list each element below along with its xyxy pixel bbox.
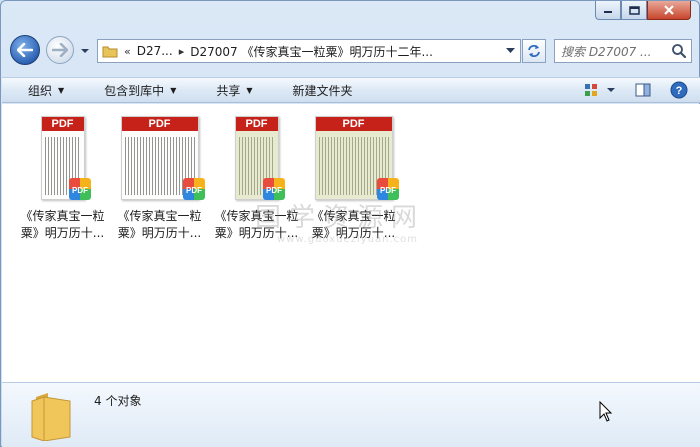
search-input[interactable]: 搜索 D27007 ... [555,43,670,60]
file-item[interactable]: PDF PDF 《传家真宝一粒 粟》明万历十... [111,114,208,242]
file-name-line: 粟》明万历十... [117,226,202,240]
search-box[interactable]: 搜索 D27007 ... [554,39,692,63]
details-pane: 4 个对象 [2,382,700,447]
help-button[interactable]: ? [666,79,692,101]
watermark-title: 国学资源网 [255,203,426,233]
file-name-line: 《传家真宝一粒 [20,209,105,223]
mouse-cursor-icon [599,401,613,422]
back-button[interactable] [10,35,40,65]
chevron-down-icon: ▼ [58,85,65,95]
file-item[interactable]: PDF PDF 《传家真宝一粒 粟》明万历十... [14,114,111,242]
maximize-button[interactable] [621,1,647,20]
navigation-row: « D27... ▸ D27007 《传家真宝一粒粟》明万历十二年... 搜索 … [1,31,700,69]
forward-arrow-icon [52,43,68,57]
breadcrumb-item[interactable]: D27007 《传家真宝一粒粟》明万历十二年... [190,43,433,60]
new-folder-button[interactable]: 新建文件夹 [267,78,367,102]
svg-text:?: ? [676,85,683,97]
folder-icon [102,46,118,58]
file-list-pane[interactable]: PDF PDF 《传家真宝一粒 粟》明万历十... PDF PDF 《传家真宝一粒 粟》明万历… [2,104,700,382]
refresh-icon [528,45,540,57]
breadcrumb-separator-icon[interactable]: ▸ [179,45,185,58]
command-bar-right: ? [580,78,692,102]
help-icon: ? [670,81,688,99]
back-arrow-icon [17,43,33,57]
preview-pane-icon [635,83,651,97]
svg-text:PDF: PDF [186,186,202,195]
pdf-app-icon: PDF [182,178,205,200]
pdf-thumbnail: PDF PDF [111,114,208,200]
pdf-thumbnail: PDF PDF [208,114,305,200]
address-bar[interactable]: « D27... ▸ D27007 《传家真宝一粒粟》明万历十二年... [97,39,521,63]
file-name-line: 粟》明万历十... [20,226,105,240]
svg-text:PDF: PDF [380,186,396,195]
change-view-button[interactable] [580,79,620,101]
svg-text:PDF: PDF [266,186,282,195]
close-icon [664,5,674,15]
new-folder-label: 新建文件夹 [292,83,353,98]
view-options-icon [585,84,615,96]
file-name-line: 《传家真宝一粒 [117,209,202,223]
file-name: 《传家真宝一粒 粟》明万历十... [14,208,111,242]
include-in-library-label: 包含到库中 [104,83,165,98]
pdf-label: PDF [235,117,278,131]
file-name: 《传家真宝一粒 粟》明万历十... [111,208,208,242]
share-label: 共享 [216,83,241,98]
watermark-url: www.guoxueziyuan.com [277,234,418,245]
pdf-app-icon: PDF [68,178,91,200]
organize-label: 组织 [28,83,53,98]
minimize-button[interactable] [595,1,621,20]
folder-icon [31,393,71,441]
breadcrumb-overflow[interactable]: « [124,45,131,58]
search-icon[interactable] [670,42,688,60]
include-in-library-menu[interactable]: 包含到库中 ▼ [78,78,190,102]
close-button[interactable] [647,1,691,20]
preview-pane-button[interactable] [628,79,658,101]
address-dropdown-button[interactable] [502,40,518,62]
share-menu[interactable]: 共享 ▼ [190,78,266,102]
svg-text:PDF: PDF [72,186,88,195]
recent-pages-dropdown-icon[interactable] [80,47,90,55]
chevron-down-icon: ▼ [246,85,253,95]
caption-buttons [595,1,691,20]
pdf-label: PDF [315,117,392,131]
explorer-window: « D27... ▸ D27007 《传家真宝一粒粟》明万历十二年... 搜索 … [0,0,700,447]
chevron-down-icon [505,48,515,53]
watermark: 国学资源网 www.guoxueziyuan.com [255,197,470,257]
refresh-button[interactable] [522,39,546,63]
pdf-label: PDF [121,117,198,131]
item-count: 4 个对象 [94,394,142,408]
command-bar: 组织 ▼ 包含到库中 ▼ 共享 ▼ 新建文件夹 ? [2,77,700,103]
forward-button[interactable] [46,36,74,64]
organize-menu[interactable]: 组织 ▼ [2,78,78,102]
pdf-thumbnail: PDF PDF [305,114,402,200]
minimize-icon [604,11,612,13]
maximize-icon [628,5,640,15]
chevron-down-icon: ▼ [170,85,177,95]
breadcrumb-item[interactable]: D27... [137,44,173,58]
pdf-thumbnail: PDF PDF [14,114,111,200]
pdf-label: PDF [41,117,84,131]
